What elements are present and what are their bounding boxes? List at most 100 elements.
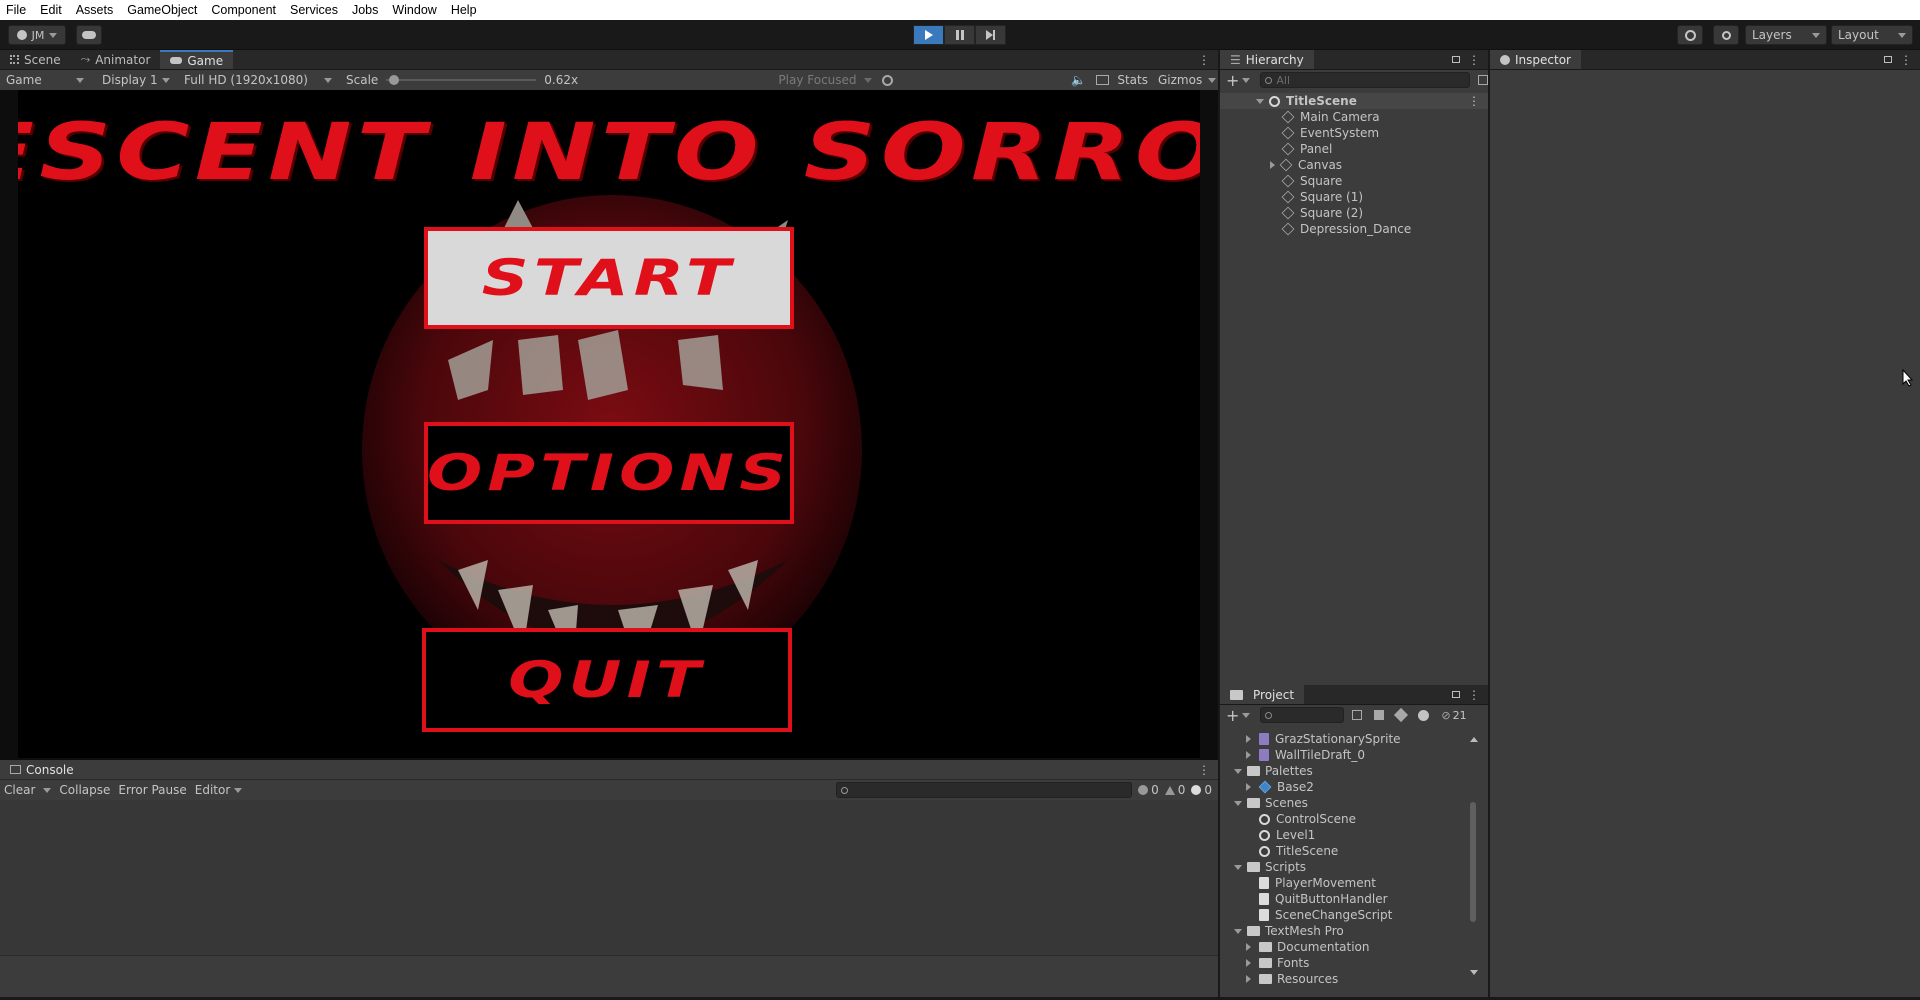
expand-arrow-icon[interactable]	[1256, 98, 1264, 104]
collapse-arrow-icon[interactable]	[1234, 768, 1242, 774]
scale-slider[interactable]	[386, 74, 537, 86]
menu-edit[interactable]: Edit	[40, 3, 62, 17]
panel-menu-icon[interactable]: ⋮	[1198, 760, 1210, 779]
menu-file[interactable]: File	[6, 3, 26, 17]
expand-arrow-icon[interactable]	[1246, 751, 1254, 759]
search-by-type-icon[interactable]	[1352, 710, 1363, 720]
collapse-arrow-icon[interactable]	[1234, 928, 1242, 934]
scrollbar-thumb[interactable]	[1470, 802, 1476, 922]
hierarchy-item[interactable]: Square	[1220, 173, 1488, 189]
bug-icon[interactable]	[882, 74, 894, 86]
project-search-input[interactable]	[1260, 707, 1345, 723]
gizmos-dropdown[interactable]: Gizmos	[1156, 71, 1218, 89]
lock-icon[interactable]	[1452, 685, 1460, 704]
expand-arrow-icon[interactable]	[1270, 161, 1275, 169]
lock-icon[interactable]	[1884, 50, 1892, 69]
cloud-button[interactable]	[76, 25, 102, 45]
layers-dropdown[interactable]: Layers	[1745, 25, 1827, 45]
account-dropdown[interactable]: JM	[8, 25, 66, 45]
history-button[interactable]	[1677, 25, 1703, 45]
pause-button[interactable]	[944, 25, 975, 45]
tab-scene[interactable]: Scene	[0, 50, 71, 69]
tab-hierarchy[interactable]: ☰ Hierarchy	[1220, 50, 1314, 69]
hierarchy-item[interactable]: Canvas	[1220, 157, 1488, 173]
search-by-type-icon[interactable]	[1478, 75, 1488, 85]
quit-button[interactable]: QUIT	[422, 628, 792, 732]
expand-arrow-icon[interactable]	[1246, 943, 1254, 951]
play-focused-dropdown[interactable]: Play Focused	[772, 71, 878, 89]
hierarchy-item[interactable]: Panel	[1220, 141, 1488, 157]
menu-services[interactable]: Services	[290, 3, 338, 17]
project-item[interactable]: ControlScene	[1220, 811, 1488, 827]
project-scrollbar[interactable]	[1470, 737, 1478, 982]
options-button[interactable]: OPTIONS	[424, 422, 794, 524]
filter-by-type-icon[interactable]	[1374, 710, 1385, 720]
scale-slider-thumb[interactable]	[389, 75, 400, 85]
tab-animator[interactable]: ⤳ Animator	[71, 50, 161, 69]
layout-dropdown[interactable]: Layout	[1831, 25, 1913, 45]
start-button[interactable]: START	[424, 227, 794, 329]
project-item[interactable]: TitleScene	[1220, 843, 1488, 859]
audio-mute-icon[interactable]: 🔈	[1071, 73, 1086, 87]
error-count-badge[interactable]: 0	[1191, 783, 1212, 797]
resolution-dropdown[interactable]: Full HD (1920x1080)	[178, 71, 338, 89]
tab-console[interactable]: Console	[0, 760, 84, 779]
menu-gameobject[interactable]: GameObject	[127, 3, 197, 17]
step-button[interactable]	[975, 25, 1006, 45]
hierarchy-item[interactable]: EventSystem	[1220, 125, 1488, 141]
tab-inspector[interactable]: Inspector	[1490, 50, 1581, 69]
search-button[interactable]	[1713, 25, 1739, 45]
hierarchy-item[interactable]: Depression_Dance	[1220, 221, 1488, 237]
favorites-icon[interactable]	[1418, 709, 1430, 721]
expand-arrow-icon[interactable]	[1246, 975, 1254, 983]
game-mode-dropdown[interactable]: Game	[0, 71, 90, 89]
tab-game[interactable]: Game	[160, 50, 234, 69]
collapse-arrow-icon[interactable]	[1234, 864, 1242, 870]
project-item[interactable]: TextMesh Pro	[1220, 923, 1488, 939]
chevron-down-icon[interactable]	[1242, 712, 1251, 718]
expand-arrow-icon[interactable]	[1246, 735, 1254, 743]
hierarchy-scene-row[interactable]: TitleScene ⋮	[1220, 93, 1488, 109]
chevron-down-icon[interactable]	[43, 787, 52, 793]
project-item[interactable]: Documentation	[1220, 939, 1488, 955]
project-item[interactable]: Level1	[1220, 827, 1488, 843]
add-icon[interactable]: +	[1226, 706, 1239, 725]
panel-menu-icon[interactable]: ⋮	[1468, 50, 1480, 69]
panel-menu-icon[interactable]: ⋮	[1468, 685, 1480, 704]
menu-window[interactable]: Window	[392, 3, 436, 17]
menu-assets[interactable]: Assets	[76, 3, 114, 17]
expand-arrow-icon[interactable]	[1246, 783, 1254, 791]
collapse-arrow-icon[interactable]	[1234, 800, 1242, 806]
scene-menu-icon[interactable]: ⋮	[1468, 94, 1480, 108]
project-item[interactable]: PlayerMovement	[1220, 875, 1488, 891]
log-count-badge[interactable]: 0	[1138, 783, 1159, 797]
hierarchy-item[interactable]: Square (1)	[1220, 189, 1488, 205]
hierarchy-item[interactable]: Main Camera	[1220, 109, 1488, 125]
scroll-down-icon[interactable]	[1470, 970, 1478, 975]
hierarchy-item[interactable]: Square (2)	[1220, 205, 1488, 221]
project-item[interactable]: Palettes	[1220, 763, 1488, 779]
project-item[interactable]: Scripts	[1220, 859, 1488, 875]
project-item[interactable]: QuitButtonHandler	[1220, 891, 1488, 907]
menu-component[interactable]: Component	[211, 3, 276, 17]
console-clear-button[interactable]: Clear	[4, 783, 35, 797]
vsync-icon[interactable]	[1096, 75, 1110, 85]
project-item[interactable]: Resources	[1220, 971, 1488, 987]
project-item[interactable]: GrazStationarySprite	[1220, 731, 1488, 747]
project-item[interactable]: Fonts	[1220, 955, 1488, 971]
hidden-packages-button[interactable]: ⊘ 21	[1441, 709, 1466, 722]
console-editor-dropdown[interactable]: Editor	[195, 783, 231, 797]
console-collapse-button[interactable]: Collapse	[59, 783, 110, 797]
display-dropdown[interactable]: Display 1	[96, 71, 176, 89]
project-item[interactable]: Scenes	[1220, 795, 1488, 811]
expand-arrow-icon[interactable]	[1246, 959, 1254, 967]
menu-jobs[interactable]: Jobs	[352, 3, 378, 17]
game-view[interactable]: DESCENT INTO SORROW START OPTIONS QUIT	[0, 90, 1218, 760]
stats-button[interactable]: Stats	[1117, 73, 1148, 87]
project-item[interactable]: WallTileDraft_0	[1220, 747, 1488, 763]
project-item[interactable]: Base2	[1220, 779, 1488, 795]
chevron-down-icon[interactable]	[1242, 77, 1251, 83]
panel-menu-icon[interactable]: ⋮	[1900, 50, 1912, 69]
menu-help[interactable]: Help	[451, 3, 477, 17]
warning-count-badge[interactable]: 0	[1164, 783, 1185, 797]
